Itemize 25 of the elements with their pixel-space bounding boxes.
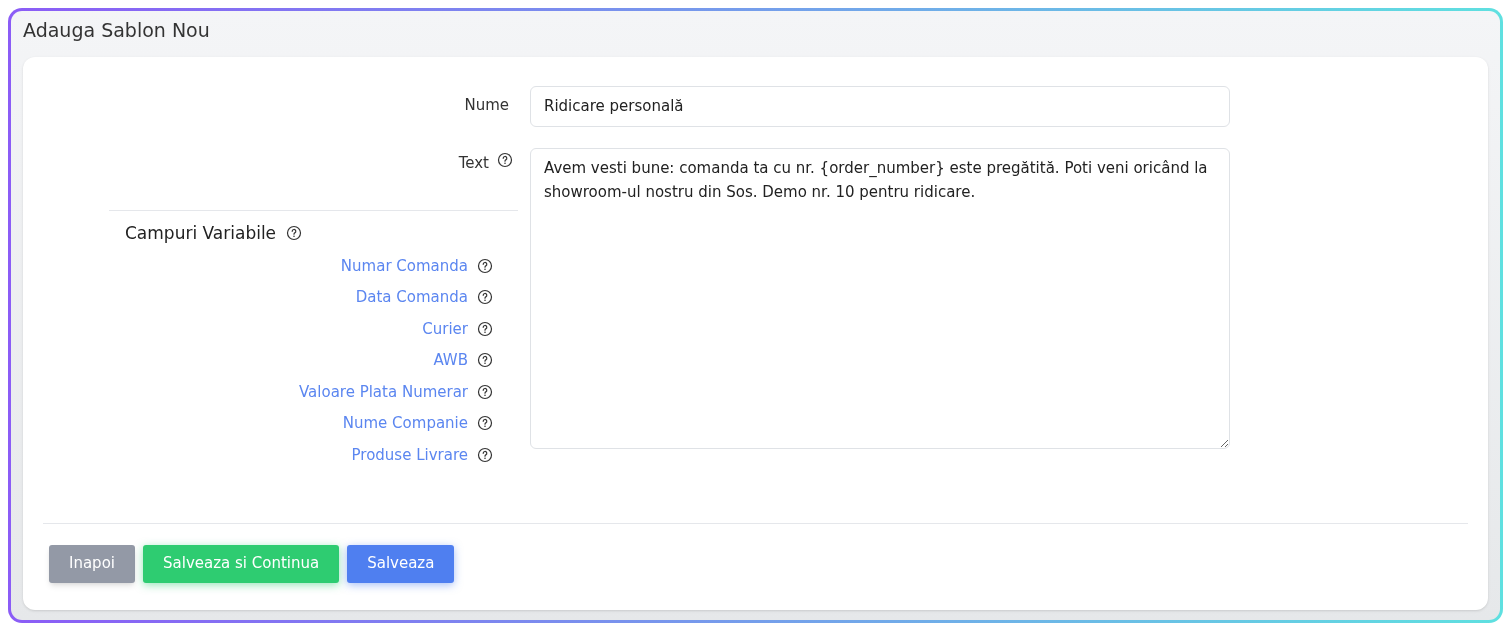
action-button[interactable]: Salveaza si Continua bbox=[143, 544, 340, 583]
variable-link[interactable]: Nume Companie bbox=[342, 412, 468, 435]
variable-link[interactable]: Data Comanda bbox=[355, 286, 468, 309]
section-title: Campuri Variabile bbox=[125, 221, 277, 245]
variable-link[interactable]: Valoare Plata Numerar bbox=[299, 380, 468, 403]
variable-link[interactable]: AWB bbox=[433, 349, 468, 372]
action-button[interactable]: Salveaza bbox=[347, 544, 455, 583]
help-icon[interactable] bbox=[477, 257, 493, 274]
variable-link[interactable]: Curier bbox=[422, 317, 468, 340]
help-icon[interactable] bbox=[497, 151, 513, 168]
text-area[interactable]: Avem vesti bune: comanda ta cu nr. {order_number} este pregătită. Poti veni oricând la showroom-ul nostru din Sos. Demo nr. 10 pentru ridicare. bbox=[530, 147, 1230, 449]
help-icon[interactable] bbox=[477, 415, 493, 432]
page-title: Adauga Sablon Nou bbox=[23, 18, 211, 43]
help-icon[interactable] bbox=[477, 446, 493, 463]
action-button[interactable]: Inapoi bbox=[49, 544, 135, 583]
help-icon[interactable] bbox=[477, 352, 493, 369]
help-icon[interactable] bbox=[477, 320, 493, 337]
help-icon[interactable] bbox=[286, 225, 303, 242]
variable-link[interactable]: Numar Comanda bbox=[340, 254, 468, 277]
help-icon[interactable] bbox=[477, 289, 493, 306]
text-label: Text bbox=[458, 152, 489, 174]
name-label: Nume bbox=[464, 95, 509, 117]
variable-link[interactable]: Produse Livrare bbox=[351, 443, 468, 466]
help-icon[interactable] bbox=[477, 383, 493, 400]
name-input[interactable]: Ridicare personală bbox=[530, 85, 1230, 127]
